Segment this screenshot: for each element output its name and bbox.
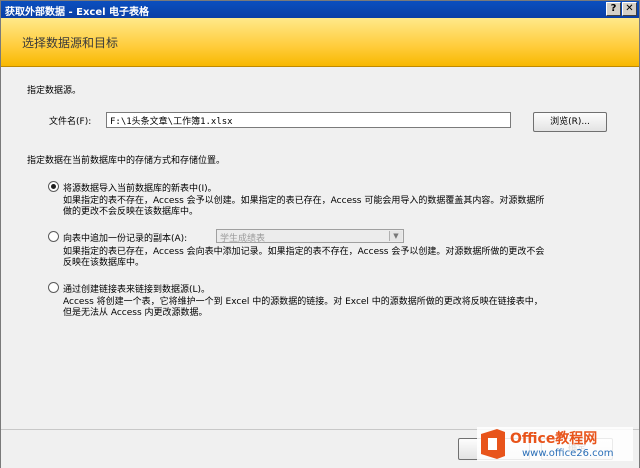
office-logo-icon: Office教程网 www.office26.com [477, 427, 633, 461]
watermark: Office教程网 www.office26.com [477, 427, 633, 461]
link-table-label[interactable]: 通过创建链接表来链接到数据源(L)。 [63, 282, 210, 295]
watermark-url: www.office26.com [522, 448, 614, 459]
filename-value: F:\1头条文章\工作簿1.xlsx [110, 117, 233, 127]
description-line: 反映在该数据库中。 [63, 258, 145, 268]
wizard-content: 指定数据源。 文件名(F): F:\1头条文章\工作簿1.xlsx 浏览(R).… [1, 67, 639, 429]
wizard-header: 选择数据源和目标 [1, 18, 639, 67]
filename-label: 文件名(F): [49, 117, 92, 127]
import-new-table-description: 如果指定的表不存在，Access 会予以创建。如果指定的表已存在，Access … [63, 196, 623, 218]
browse-button[interactable]: 浏览(R)... [533, 112, 607, 132]
import-new-table-radio[interactable] [48, 181, 59, 192]
wizard-header-title: 选择数据源和目标 [22, 36, 119, 50]
title-bar: 获取外部数据 - Excel 电子表格 ? ✕ [1, 1, 639, 18]
description-line: 如果指定的表不存在，Access 会予以创建。如果指定的表已存在，Access … [63, 196, 545, 206]
watermark-brand: Office教程网 [510, 430, 597, 447]
dialog-window: 获取外部数据 - Excel 电子表格 ? ✕ 选择数据源和目标 指定数据源。 … [0, 0, 640, 468]
append-table-radio[interactable] [48, 231, 59, 242]
radio-selected-dot [51, 184, 56, 189]
close-button[interactable]: ✕ [622, 2, 637, 16]
link-table-description: Access 将创建一个表，它将维护一个到 Excel 中的源数据的链接。对 E… [63, 297, 623, 319]
chevron-down-icon: ▼ [389, 231, 402, 241]
window-title: 获取外部数据 - Excel 电子表格 [5, 7, 150, 18]
description-line: 做的更改不会反映在该数据库中。 [63, 207, 199, 217]
description-line: 但是无法从 Access 内更改源数据。 [63, 308, 208, 318]
link-table-radio[interactable] [48, 282, 59, 293]
target-table-select[interactable]: 学生成绩表 ▼ [216, 229, 404, 244]
append-table-label[interactable]: 向表中追加一份记录的副本(A): [63, 231, 187, 244]
filename-input[interactable]: F:\1头条文章\工作簿1.xlsx [106, 112, 511, 128]
import-new-table-label[interactable]: 将源数据导入当前数据库的新表中(I)。 [63, 181, 217, 194]
description-line: Access 将创建一个表，它将维护一个到 Excel 中的源数据的链接。对 E… [63, 297, 543, 307]
source-section-label: 指定数据源。 [27, 86, 82, 96]
description-line: 如果指定的表已存在，Access 会向表中添加记录。如果指定的表不存在，Acce… [63, 247, 545, 257]
help-button[interactable]: ? [606, 2, 621, 16]
target-table-value: 学生成绩表 [220, 234, 266, 244]
storage-section-label: 指定数据在当前数据库中的存储方式和存储位置。 [27, 156, 226, 166]
append-table-description: 如果指定的表已存在，Access 会向表中添加记录。如果指定的表不存在，Acce… [63, 247, 623, 269]
